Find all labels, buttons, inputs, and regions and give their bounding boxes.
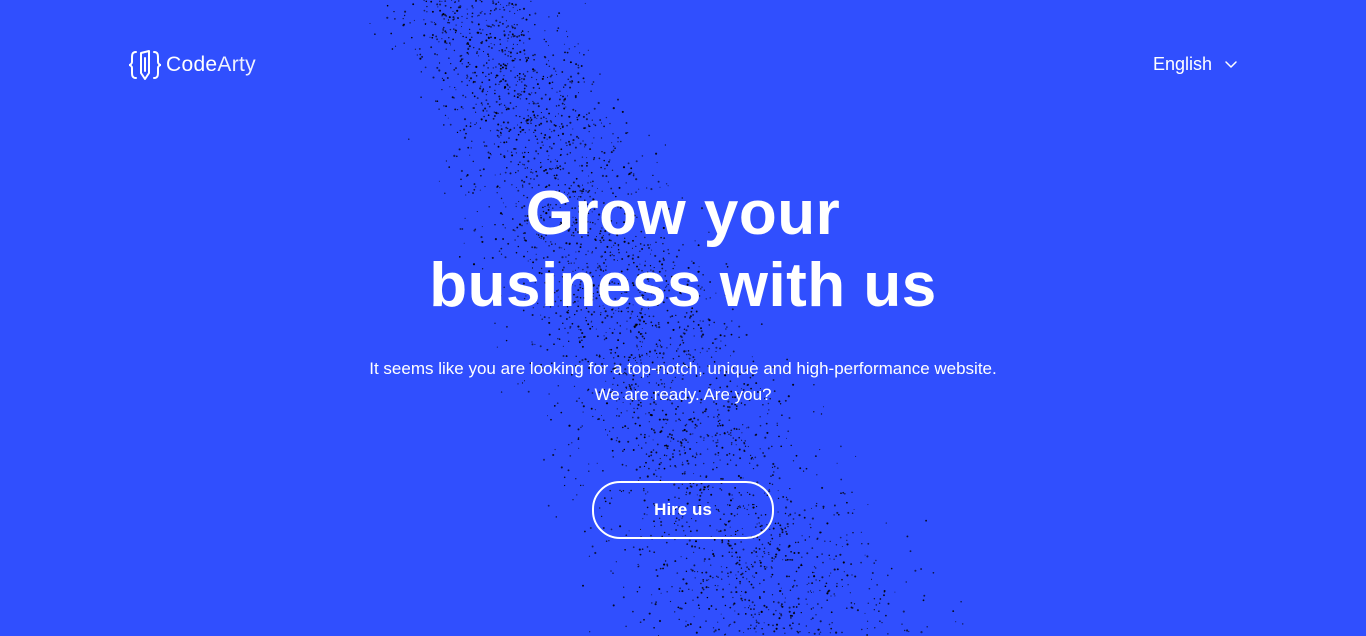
- chevron-down-icon: [1225, 61, 1237, 68]
- site-header: CodeArty English: [0, 0, 1366, 130]
- hire-us-button[interactable]: Hire us: [592, 481, 774, 539]
- hero-headline-line1: Grow your: [525, 179, 841, 248]
- language-selector[interactable]: English: [1153, 52, 1238, 76]
- brand-logo[interactable]: CodeArty: [128, 48, 256, 82]
- brand-name-code: Code: [166, 53, 218, 76]
- hero-headline: Grow your business with us: [0, 178, 1366, 322]
- hero-headline-line2: business with us: [429, 251, 937, 320]
- hero-subtext-line1: It seems like you are looking for a top-…: [369, 359, 997, 378]
- hero-section: Grow your business with us It seems like…: [0, 178, 1366, 408]
- hero-subtext-line2: We are ready. Are you?: [594, 385, 772, 404]
- brand-name-arty: Arty: [217, 53, 256, 76]
- hero-subtext: It seems like you are looking for a top-…: [0, 356, 1366, 408]
- code-pencil-logo-icon: [128, 50, 162, 80]
- language-label: English: [1153, 53, 1213, 74]
- brand-name: CodeArty: [166, 53, 256, 77]
